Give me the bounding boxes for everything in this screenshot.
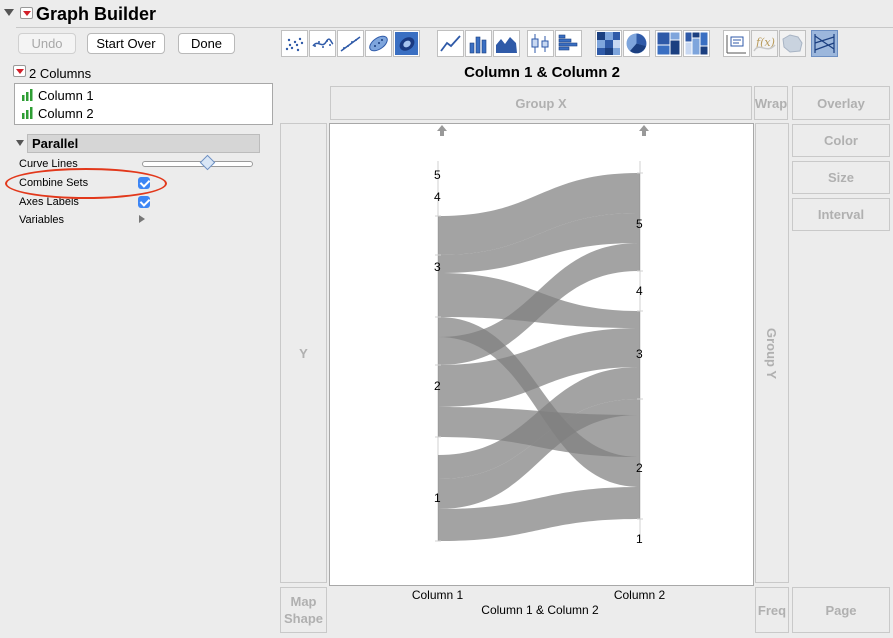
columns-menu-icon[interactable] — [13, 65, 26, 77]
red-triangle-menu-icon[interactable] — [20, 7, 33, 19]
columns-header: 2 Columns — [29, 66, 92, 81]
wrap-zone[interactable]: Wrap — [754, 86, 788, 120]
parallel-collapse-icon[interactable] — [16, 140, 24, 146]
axis-2-tick: 3 — [636, 347, 643, 361]
axis-1-tick: 2 — [434, 379, 441, 393]
line-icon[interactable] — [437, 30, 464, 57]
parallel-section-title: Parallel — [27, 134, 260, 153]
axis-2-tick: 1 — [636, 532, 643, 546]
axis-2-tick: 5 — [636, 217, 643, 231]
mosaic-icon[interactable] — [683, 30, 710, 57]
heatmap-icon[interactable] — [595, 30, 622, 57]
x-axis-title: Column 1 & Column 2 — [481, 603, 599, 617]
column-name: Column 2 — [38, 106, 94, 121]
start-over-button[interactable]: Start Over — [87, 33, 165, 54]
smoother-icon[interactable] — [309, 30, 336, 57]
slider-thumb[interactable] — [199, 154, 216, 171]
collapse-triangle-icon[interactable] — [4, 9, 14, 16]
continuous-column-icon — [21, 88, 34, 106]
ellipse-icon[interactable] — [365, 30, 392, 57]
page-zone[interactable]: Page — [792, 587, 890, 633]
column-name: Column 1 — [38, 88, 94, 103]
parallel-plot: 1 2 3 4 5 1 2 3 4 5 — [434, 125, 649, 546]
undo-button[interactable]: Undo — [18, 33, 76, 54]
freq-zone[interactable]: Freq — [755, 587, 789, 633]
contour-icon[interactable] — [393, 30, 420, 57]
columns-list: Column 1 Column 2 — [14, 83, 273, 125]
axis-label-column-1: Column 1 — [411, 588, 464, 602]
group-y-label: Group Y — [764, 327, 780, 379]
variables-label: Variables — [19, 214, 65, 226]
axis-arrow-icon — [437, 125, 447, 136]
treemap-icon[interactable] — [655, 30, 682, 57]
pie-icon[interactable] — [623, 30, 650, 57]
axis-1-tick: 5 — [434, 168, 441, 182]
map-shape-label-line-1: Map — [290, 594, 317, 609]
highlight-annotation — [5, 168, 167, 199]
color-zone[interactable]: Color — [792, 124, 890, 157]
map-shape-label-line-2: Shape — [283, 611, 323, 626]
axis-2-tick: 4 — [636, 284, 643, 298]
group-y-zone[interactable]: Group Y — [755, 123, 789, 583]
size-zone[interactable]: Size — [792, 161, 890, 194]
scatter-points-icon[interactable] — [281, 30, 308, 57]
variables-expand-icon[interactable] — [139, 215, 145, 223]
done-button[interactable]: Done — [178, 33, 235, 54]
map-shape-zone[interactable]: Map Shape — [280, 587, 327, 633]
ribbons — [438, 173, 640, 541]
column-item[interactable]: Column 2 — [21, 105, 94, 123]
formula-icon[interactable]: f(x) — [751, 30, 778, 57]
parallel-plot-icon[interactable] — [811, 30, 838, 57]
axis-1-tick: 4 — [434, 190, 441, 204]
interval-zone[interactable]: Interval — [792, 198, 890, 231]
line-fit-icon[interactable] — [337, 30, 364, 57]
graph-title: Column 1 & Column 2 — [464, 64, 620, 81]
axis-2-tick: 2 — [636, 461, 643, 475]
box-plot-icon[interactable] — [527, 30, 554, 57]
window-title: Graph Builder — [36, 4, 157, 24]
axis-1-tick: 1 — [434, 491, 441, 505]
axis-label-column-2: Column 2 — [613, 588, 666, 602]
y-zone[interactable]: Y — [280, 123, 327, 583]
column-item[interactable]: Column 1 — [21, 87, 94, 105]
continuous-column-icon — [21, 106, 34, 124]
axis-arrow-icon — [639, 125, 649, 136]
area-icon[interactable] — [493, 30, 520, 57]
overlay-zone[interactable]: Overlay — [792, 86, 890, 120]
bar-icon[interactable] — [465, 30, 492, 57]
group-x-zone[interactable]: Group X — [330, 86, 752, 120]
caption-box-icon[interactable] — [723, 30, 750, 57]
axes-labels-checkbox[interactable] — [138, 196, 150, 208]
curve-lines-slider[interactable] — [142, 161, 253, 167]
map-shape-icon[interactable] — [779, 30, 806, 57]
title-divider — [16, 27, 893, 28]
axis-arrows — [437, 125, 649, 136]
histogram-icon[interactable] — [555, 30, 582, 57]
axis-1-tick: 3 — [434, 260, 441, 274]
